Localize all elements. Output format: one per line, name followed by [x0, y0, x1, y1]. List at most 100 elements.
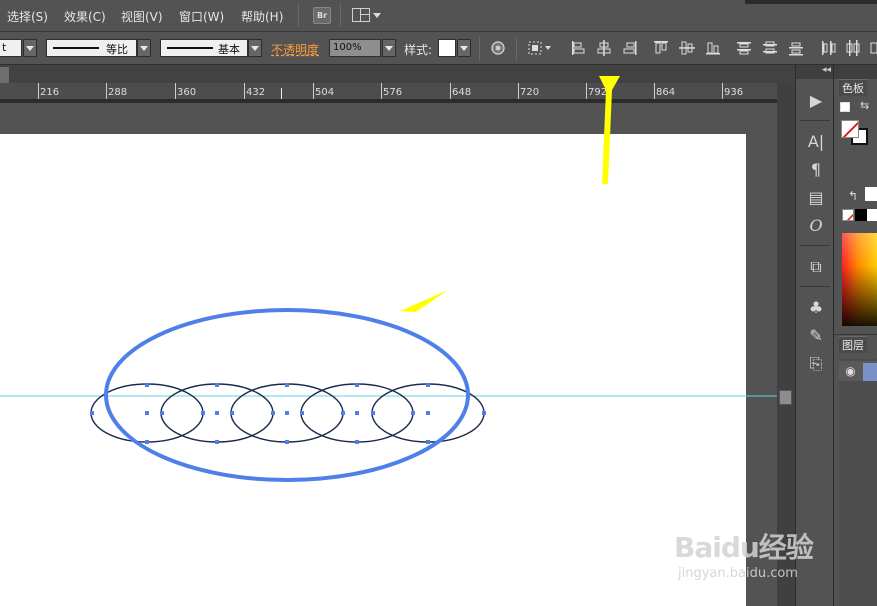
eye-icon[interactable]: ◉ — [843, 364, 858, 379]
stroke-profile-label: 等比 — [106, 43, 128, 56]
ruler-label: 360 — [177, 87, 197, 98]
dock-divider — [800, 245, 830, 246]
color-spectrum-shade — [842, 233, 877, 326]
paragraph-icon[interactable]: ¶ — [805, 159, 827, 181]
menu-select[interactable]: 选择(S) — [7, 8, 48, 25]
distribute-space-icon[interactable] — [869, 39, 877, 57]
symbols-icon[interactable]: ♣ — [805, 297, 827, 319]
ruler-label: 792 — [588, 87, 608, 98]
default-colors-icon[interactable] — [840, 102, 850, 112]
collapse-panels-icon[interactable]: ◂◂ — [822, 65, 831, 75]
align-to-selection-icon[interactable] — [527, 39, 555, 57]
distribute-hcenter-icon[interactable] — [844, 39, 862, 57]
align-bottom-icon[interactable] — [704, 39, 722, 57]
menu-bar-edge — [745, 0, 877, 4]
opentype-icon[interactable]: O — [805, 215, 827, 237]
ruler-cursor-marker — [281, 88, 282, 99]
opacity-dropdown-button[interactable] — [382, 39, 396, 57]
ruler-label: 432 — [246, 87, 266, 98]
white-color-chip[interactable] — [867, 209, 877, 221]
menu-divider — [340, 4, 341, 26]
ruler-label: 864 — [656, 87, 676, 98]
ruler-label: 504 — [315, 87, 335, 98]
out-of-gamut-icon[interactable]: ↰ — [848, 189, 858, 203]
ruler-tick — [381, 83, 382, 99]
scrollbar-thumb[interactable] — [779, 390, 792, 405]
document-tab[interactable] — [0, 67, 9, 83]
ruler-tick — [175, 83, 176, 99]
arrange-documents-button[interactable] — [352, 7, 382, 24]
menu-help[interactable]: 帮助(H) — [241, 8, 283, 25]
menu-effect[interactable]: 效果(C) — [64, 8, 106, 25]
ruler-tick — [722, 83, 723, 99]
layer-color-chip — [863, 363, 877, 381]
distribute-bottom-icon[interactable] — [787, 39, 805, 57]
stroke-profile-field[interactable]: 等比 — [46, 39, 137, 57]
distribute-top-icon[interactable] — [735, 39, 753, 57]
opacity-label[interactable]: 不透明度 — [271, 41, 319, 58]
graphic-style-swatch[interactable] — [438, 39, 456, 57]
align-vcenter-icon[interactable] — [678, 39, 696, 57]
brush-label: 基本 — [218, 43, 240, 56]
illustrator-window: 选择(S) 效果(C) 视图(V) 窗口(W) 帮助(H) Br t 等比 基本… — [0, 0, 877, 606]
none-color-chip[interactable] — [842, 209, 854, 221]
align-icon[interactable]: ▤ — [805, 187, 827, 209]
ruler-tick — [106, 83, 107, 99]
stroke-line-preview — [53, 47, 99, 49]
control-divider — [516, 37, 517, 61]
fill-swatch-none[interactable] — [841, 120, 859, 138]
brush-dropdown-button[interactable] — [248, 39, 262, 57]
panel-divider — [834, 334, 877, 335]
brushes-icon[interactable]: ✎ — [805, 325, 827, 347]
align-right-icon[interactable] — [621, 39, 639, 57]
layer-row[interactable]: ◉ — [839, 361, 877, 381]
ruler-label: 936 — [724, 87, 744, 98]
dock-header: ◂◂ — [796, 65, 834, 79]
stroke-profile-dropdown-button[interactable] — [137, 39, 151, 57]
tab-layers[interactable]: 图层 — [839, 336, 867, 353]
recolor-artwork-icon[interactable] — [489, 39, 507, 57]
distribute-left-icon[interactable] — [818, 39, 836, 57]
align-hcenter-icon[interactable] — [595, 39, 613, 57]
bridge-button[interactable]: Br — [313, 7, 331, 24]
ruler-label: 216 — [40, 87, 60, 98]
menu-window[interactable]: 窗口(W) — [179, 8, 224, 25]
menu-bar: 选择(S) 效果(C) 视图(V) 窗口(W) 帮助(H) Br — [0, 0, 877, 32]
transform-icon[interactable]: ⧉ — [805, 256, 827, 278]
black-color-chip[interactable] — [855, 209, 867, 221]
menu-view[interactable]: 视图(V) — [121, 8, 163, 25]
color-layers-panel: 色板 ⇆ ↰ 图层 ◉ — [833, 65, 877, 606]
swap-colors-icon[interactable]: ⇆ — [860, 99, 869, 112]
layers-list: ◉ — [839, 359, 877, 606]
ruler-tick — [38, 83, 39, 99]
chevron-down-icon — [373, 13, 381, 18]
tab-swatches[interactable]: 色板 — [839, 79, 867, 96]
ruler-tick — [450, 83, 451, 99]
ruler-tick — [518, 83, 519, 99]
ruler-label: 648 — [452, 87, 472, 98]
vertical-scrollbar[interactable] — [777, 83, 795, 606]
align-left-icon[interactable] — [569, 39, 587, 57]
horizontal-ruler[interactable]: 216 288 360 432 504 576 648 720 792 864 … — [0, 83, 777, 100]
ruler-tick — [313, 83, 314, 99]
play-icon[interactable]: ▶ — [805, 90, 827, 112]
export-icon[interactable]: ⎘ — [805, 353, 827, 375]
style-dropdown-button[interactable] — [457, 39, 471, 57]
brush-definition-field[interactable]: 基本 — [160, 39, 248, 57]
character-icon[interactable]: A| — [805, 131, 827, 153]
panel-header — [834, 65, 877, 79]
dock-divider — [800, 120, 830, 121]
artboard[interactable] — [0, 134, 746, 606]
distribute-vcenter-icon[interactable] — [761, 39, 779, 57]
layout-grid-icon — [352, 8, 370, 22]
fill-stub-field[interactable]: t — [0, 39, 22, 57]
brush-line-preview — [167, 47, 213, 49]
color-slider-white[interactable] — [865, 187, 877, 201]
opacity-input[interactable]: 100% — [329, 39, 381, 57]
control-divider — [479, 37, 480, 61]
ruler-label: 720 — [520, 87, 540, 98]
align-top-icon[interactable] — [652, 39, 670, 57]
ruler-tick — [244, 83, 245, 99]
ruler-label: 576 — [383, 87, 403, 98]
fill-dropdown-button[interactable] — [23, 39, 37, 57]
